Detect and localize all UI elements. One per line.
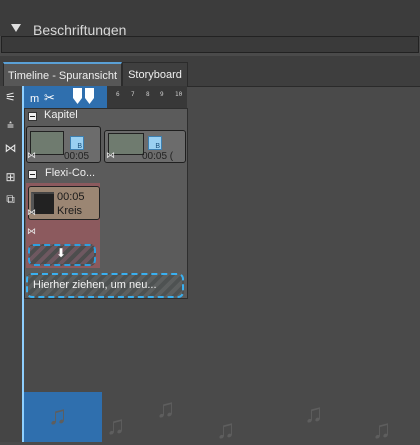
fade-icon[interactable]: ⋈	[27, 226, 39, 236]
tick-label: 8	[146, 91, 150, 98]
playhead-line[interactable]	[22, 86, 24, 442]
collapse-chapter-icon[interactable]	[28, 112, 37, 121]
group-icon[interactable]: ⊞	[1, 168, 20, 187]
kreis-duration: 00:05	[57, 191, 85, 203]
track-tool-icon[interactable]: ⩮	[1, 116, 20, 135]
clip-duration: 00:05 (	[142, 151, 174, 162]
kreis-name: Kreis	[57, 205, 83, 217]
scissors-icon[interactable]: ✂	[44, 90, 55, 106]
music-note-icon: ♫	[216, 414, 236, 444]
marker-tool-icon[interactable]: ⋈	[1, 139, 20, 158]
drop-arrow-icon: ⬇	[56, 246, 67, 260]
drop-new-track-hint[interactable]: Hierher ziehen, um neu...	[26, 273, 184, 298]
music-note-icon: ♫	[48, 400, 68, 430]
tab-timeline-track-view[interactable]: Timeline - Spuransicht	[3, 62, 122, 86]
music-note-icon: ♫	[372, 414, 392, 444]
fade-icon[interactable]: ⋈	[27, 207, 39, 217]
transition-ab-icon[interactable]: B	[148, 136, 162, 150]
music-note-icon: ♫	[106, 410, 126, 440]
fade-icon[interactable]: ⋈	[27, 150, 39, 160]
ungroup-icon[interactable]: ⧉	[1, 190, 20, 209]
clip-duration: 00:05	[64, 151, 90, 162]
transition-ab-icon[interactable]: B	[70, 136, 84, 150]
magnet-icon[interactable]: ⚟	[1, 88, 20, 107]
filter-field[interactable]	[1, 36, 419, 53]
tick-label: 6	[116, 91, 120, 98]
collapse-arrow-icon[interactable]	[11, 24, 21, 32]
tab-storyboard[interactable]: Storyboard	[122, 62, 188, 86]
flexi-label: Flexi-Co...	[45, 167, 96, 179]
music-note-icon: ♫	[156, 393, 176, 423]
tick-label: 9	[160, 91, 164, 98]
playhead-icon[interactable]	[72, 88, 96, 104]
ruler-marker: m	[30, 93, 40, 105]
collapse-flexi-icon[interactable]	[28, 170, 37, 179]
chapter-label: Kapitel	[44, 109, 78, 121]
fade-icon[interactable]: ⋈	[106, 150, 118, 160]
tick-label: 10	[175, 91, 183, 98]
music-note-icon: ♫	[304, 398, 324, 428]
tick-label: 7	[131, 91, 135, 98]
